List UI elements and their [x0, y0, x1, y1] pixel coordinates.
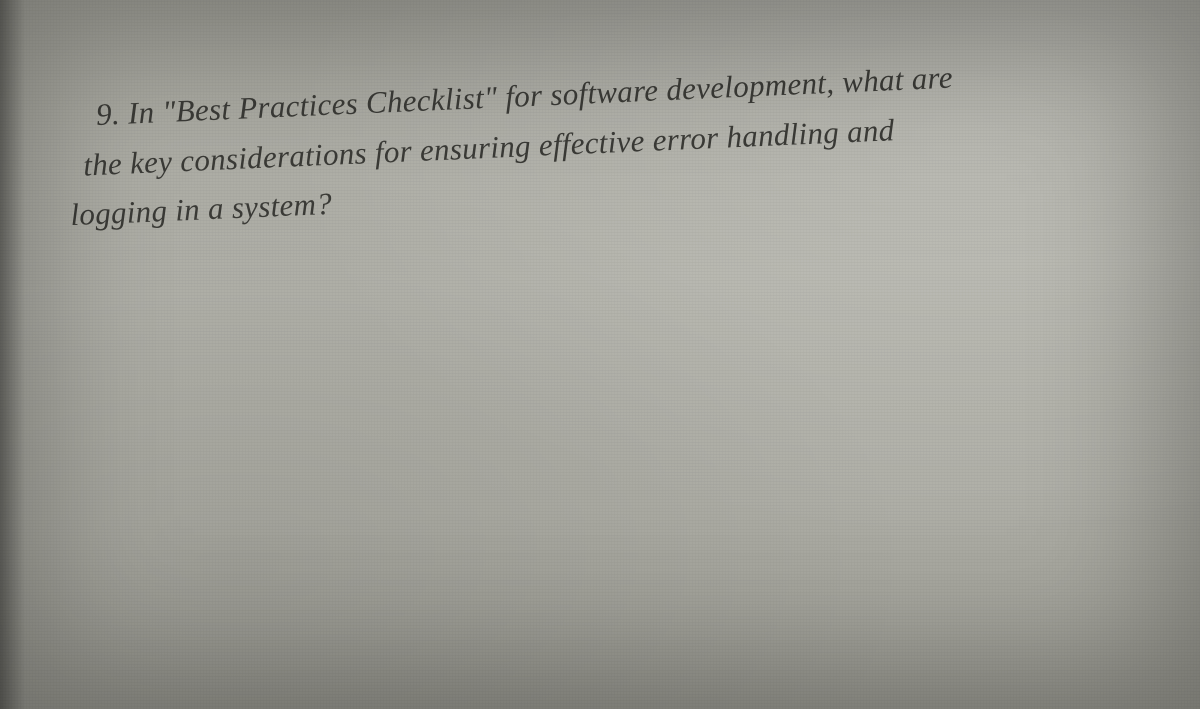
left-shadow-edge — [0, 0, 25, 709]
